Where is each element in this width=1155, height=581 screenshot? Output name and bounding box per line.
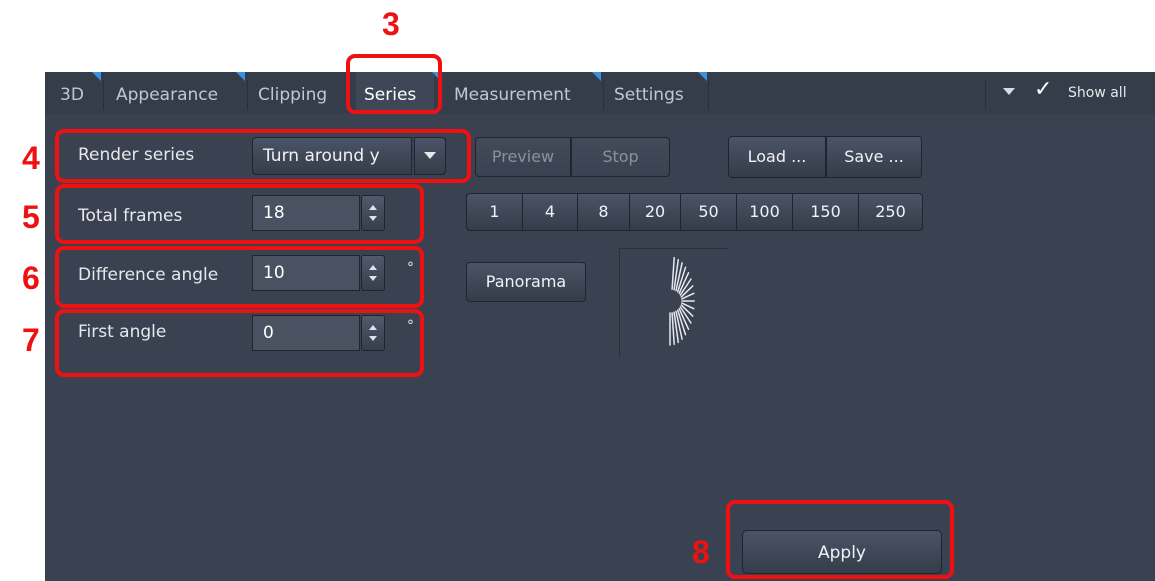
tab-appearance[interactable]: Appearance <box>108 72 226 114</box>
callout-box-series-tab <box>346 54 442 114</box>
tab-corner-marker <box>92 72 101 81</box>
tab-measurement[interactable]: Measurement <box>446 72 579 114</box>
callout-number: 7 <box>22 322 40 358</box>
load-button[interactable]: Load ... <box>728 136 826 178</box>
checkmark-icon: ✓ <box>1034 77 1053 102</box>
rotation-fan-icon <box>669 256 695 346</box>
fan-line <box>671 312 675 346</box>
panorama-button[interactable]: Panorama <box>466 262 586 302</box>
frame-preset-250[interactable]: 250 <box>859 193 922 231</box>
callout-box-apply <box>726 500 954 579</box>
frame-preset-1[interactable]: 1 <box>467 193 523 231</box>
tab-corner-marker <box>236 72 245 81</box>
tab-separator <box>603 80 604 110</box>
callout-box-first-angle <box>55 309 424 377</box>
tab-clipping[interactable]: Clipping <box>250 72 335 114</box>
tab-separator <box>247 80 248 110</box>
callout-number: 4 <box>22 140 40 176</box>
frame-preset-50[interactable]: 50 <box>681 193 737 231</box>
fan-line <box>671 256 675 290</box>
save-button[interactable]: Save ... <box>826 136 922 178</box>
frame-preset-20[interactable]: 20 <box>630 193 681 231</box>
chevron-down-icon[interactable] <box>1003 88 1015 95</box>
callout-number: 3 <box>382 6 400 42</box>
preview-button[interactable]: Preview <box>475 137 571 177</box>
callout-number: 8 <box>692 534 710 570</box>
tab-settings[interactable]: Settings <box>606 72 692 114</box>
callout-box-difference-angle <box>55 246 424 308</box>
frame-preset-4[interactable]: 4 <box>523 193 578 231</box>
tab-3d[interactable]: 3D <box>52 72 92 114</box>
tab-separator <box>708 80 709 110</box>
stop-button[interactable]: Stop <box>571 137 670 177</box>
tab-corner-marker <box>698 72 707 81</box>
callout-number: 6 <box>22 260 40 296</box>
frame-preset-150[interactable]: 150 <box>793 193 859 231</box>
tab-corner-marker <box>592 72 601 81</box>
show-all-toggle[interactable]: Show all <box>1068 85 1127 101</box>
callout-box-total-frames <box>55 184 424 244</box>
angle-preview <box>619 248 728 357</box>
callout-number: 5 <box>22 199 40 235</box>
frame-preset-100[interactable]: 100 <box>737 193 793 231</box>
frame-preset-8[interactable]: 8 <box>578 193 630 231</box>
tab-separator <box>985 80 986 110</box>
tab-separator <box>103 80 104 110</box>
callout-box-render-series <box>55 129 471 183</box>
